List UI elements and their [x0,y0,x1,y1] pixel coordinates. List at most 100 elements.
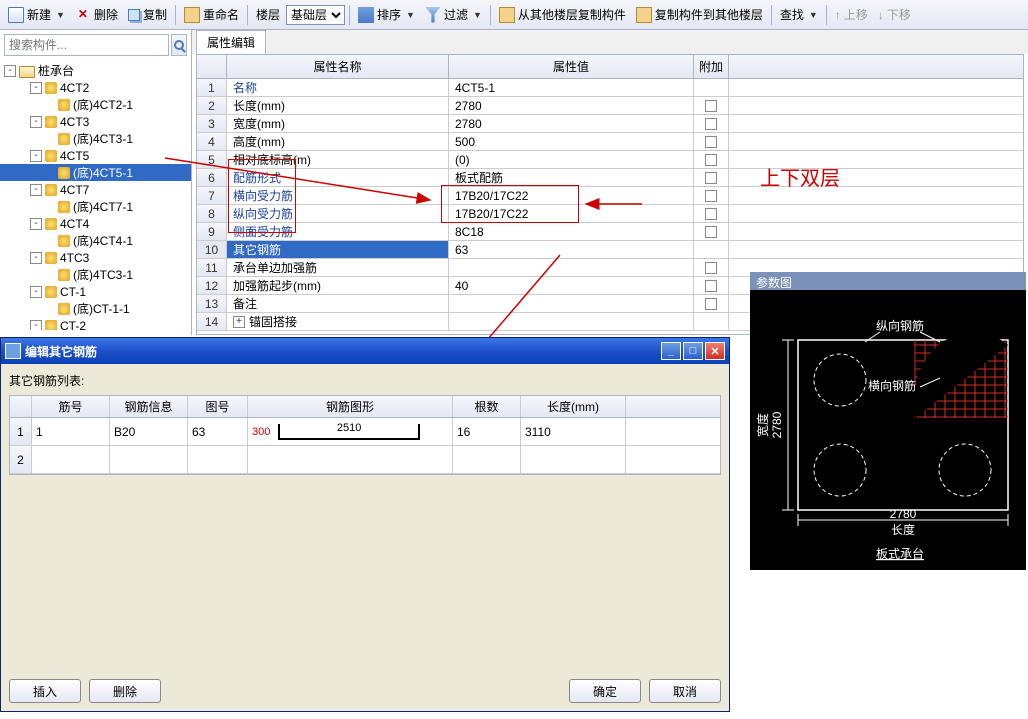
close-button[interactable]: ✕ [705,342,725,360]
col-property-value: 属性值 [449,55,694,78]
expand-icon[interactable]: - [30,320,42,331]
move-down-button[interactable]: ↓下移 [874,4,915,25]
delete-icon: ✕ [75,7,91,23]
tree-item[interactable]: -4CT7 [0,181,191,198]
component-icon [45,252,57,264]
checkbox[interactable] [705,280,717,292]
svg-text:宽度: 宽度 [755,413,770,437]
rebar-row[interactable]: 2 [10,446,720,474]
tree-item[interactable]: -4TC3 [0,249,191,266]
property-row[interactable]: 9侧面受力筋8C18 [197,223,1023,241]
component-icon [58,99,70,111]
tree-item[interactable]: -4CT2 [0,79,191,96]
move-up-button[interactable]: ↑上移 [831,4,872,25]
rename-button[interactable]: 重命名 [180,4,243,25]
property-row[interactable]: 10其它钢筋63 [197,241,1023,259]
window-titlebar[interactable]: 编辑其它钢筋 _ □ ✕ [1,338,729,364]
search-input[interactable] [4,34,169,56]
copy-from-floor-button[interactable]: 从其他楼层复制构件 [495,4,630,25]
component-icon [58,201,70,213]
property-row[interactable]: 7横向受力筋17B20/17C22 [197,187,1023,205]
find-button[interactable]: 查找▼ [776,4,822,25]
component-tree-panel: -桩承台-4CT2(底)4CT2-1-4CT3(底)4CT3-1-4CT5(底)… [0,30,192,335]
svg-text:纵向钢筋: 纵向钢筋 [876,318,924,333]
tree-item[interactable]: (底)CT-1-1 [0,300,191,317]
expand-icon[interactable]: - [30,184,42,196]
expand-icon[interactable]: - [4,65,16,77]
delete-button[interactable]: ✕删除 [71,4,122,25]
expand-icon[interactable]: - [30,82,42,94]
tree-item[interactable]: (底)4CT7-1 [0,198,191,215]
tree-item[interactable]: (底)4TC3-1 [0,266,191,283]
col-property-extra: 附加 [694,55,729,78]
minimize-button[interactable]: _ [661,342,681,360]
property-row[interactable]: 8纵向受力筋17B20/17C22 [197,205,1023,223]
cancel-button[interactable]: 取消 [649,679,721,703]
search-button[interactable] [171,34,187,56]
col-figure: 图号 [188,396,248,417]
checkbox[interactable] [705,226,717,238]
component-icon [45,184,57,196]
main-toolbar: 新建▼ ✕删除 复制 重命名 楼层 基础层 排序▼ 过滤▼ 从其他楼层复制构件 … [0,0,1028,30]
tree-item[interactable]: -CT-1 [0,283,191,300]
checkbox[interactable] [705,172,717,184]
window-title: 编辑其它钢筋 [25,343,97,360]
expand-icon[interactable]: - [30,252,42,264]
tab-property-edit[interactable]: 属性编辑 [196,30,266,54]
copy-icon [128,9,140,21]
checkbox[interactable] [705,136,717,148]
col-qty: 根数 [453,396,521,417]
search-icon [174,40,184,50]
component-icon [45,218,57,230]
property-row[interactable]: 2长度(mm)2780 [197,97,1023,115]
checkbox[interactable] [705,154,717,166]
rebar-row[interactable]: 11B20633002510163110 [10,418,720,446]
checkbox[interactable] [705,298,717,310]
tree-root[interactable]: -桩承台 [0,62,191,79]
tree-item[interactable]: (底)4CT4-1 [0,232,191,249]
insert-button[interactable]: 插入 [9,679,81,703]
tree-item[interactable]: -4CT3 [0,113,191,130]
component-icon [58,133,70,145]
expand-icon[interactable]: - [30,150,42,162]
expand-icon[interactable]: - [30,218,42,230]
tree-item[interactable]: (底)4CT3-1 [0,130,191,147]
copy-to-icon [636,7,652,23]
tree-item[interactable]: -CT-2 [0,317,191,330]
delete-row-button[interactable]: 删除 [89,679,161,703]
component-tree[interactable]: -桩承台-4CT2(底)4CT2-1-4CT3(底)4CT3-1-4CT5(底)… [0,60,191,330]
checkbox[interactable] [705,100,717,112]
new-button[interactable]: 新建▼ [4,4,69,25]
tree-item[interactable]: (底)4CT5-1 [0,164,191,181]
property-row[interactable]: 4高度(mm)500 [197,133,1023,151]
checkbox[interactable] [705,262,717,274]
expand-icon[interactable]: - [30,116,42,128]
property-row[interactable]: 5相对底标高(m)(0) [197,151,1023,169]
checkbox[interactable] [705,208,717,220]
filter-button[interactable]: 过滤▼ [421,4,486,25]
param-title: 参数图 [750,272,1026,290]
sort-button[interactable]: 排序▼ [354,4,419,25]
tree-item[interactable]: (底)4CT2-1 [0,96,191,113]
tree-item[interactable]: -4CT5 [0,147,191,164]
floor-select[interactable]: 基础层 [286,5,345,25]
tree-item[interactable]: -4CT4 [0,215,191,232]
svg-text:2780: 2780 [770,411,784,438]
arrow-down-icon: ↓ [878,8,884,22]
copy-to-floor-button[interactable]: 复制构件到其他楼层 [632,4,767,25]
svg-text:板式承台: 板式承台 [876,546,924,561]
property-row[interactable]: 1名称4CT5-1 [197,79,1023,97]
checkbox[interactable] [705,118,717,130]
sort-icon [358,7,374,23]
maximize-button[interactable]: □ [683,342,703,360]
expand-icon[interactable]: - [30,286,42,298]
property-row[interactable]: 3宽度(mm)2780 [197,115,1023,133]
edit-other-rebar-window: 编辑其它钢筋 _ □ ✕ 其它钢筋列表: 筋号 钢筋信息 图号 钢筋图形 根数 … [0,337,730,712]
ok-button[interactable]: 确定 [569,679,641,703]
checkbox[interactable] [705,190,717,202]
col-info: 钢筋信息 [110,396,188,417]
property-row[interactable]: 6配筋形式板式配筋 [197,169,1023,187]
filter-icon [425,7,441,23]
copy-button[interactable]: 复制 [124,4,171,25]
svg-text:2780: 2780 [890,507,917,521]
